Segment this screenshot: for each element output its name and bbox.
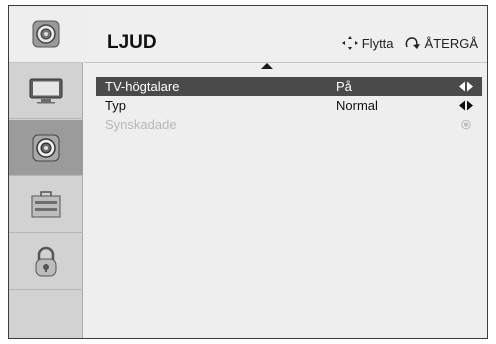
radio-icon <box>461 119 471 130</box>
setting-label: Typ <box>105 98 126 113</box>
toolbox-icon <box>31 190 61 217</box>
header: LJUD Flytta ÅTERGÅ <box>84 6 487 63</box>
sidebar-item-picture[interactable] <box>9 63 83 119</box>
move-hint-label: Flytta <box>361 35 394 51</box>
sidebar-item-lock[interactable] <box>9 234 83 290</box>
page-title: LJUD <box>107 32 157 53</box>
sidebar-item-sound[interactable] <box>9 120 83 176</box>
left-right-arrows-icon[interactable] <box>458 100 474 111</box>
speaker-icon <box>32 20 60 48</box>
sidebar-item-sound-header[interactable] <box>9 6 83 63</box>
setting-row-visually-impaired: Synskadade <box>96 115 482 134</box>
scroll-up-arrow-icon[interactable] <box>261 63 273 69</box>
lock-icon <box>35 246 57 276</box>
left-right-arrows-icon[interactable] <box>458 81 474 92</box>
key-hints: Flytta ÅTERGÅ <box>341 35 478 51</box>
sidebar-item-setup[interactable] <box>9 177 83 233</box>
settings-list: TV-högtalare På Typ Normal Synskadade <box>84 63 487 338</box>
tv-icon <box>29 78 63 103</box>
setting-label: Synskadade <box>105 117 177 132</box>
setting-row-tv-speaker[interactable]: TV-högtalare På <box>96 77 482 96</box>
setting-value: Normal <box>336 98 378 113</box>
settings-window: LJUD Flytta ÅTERGÅ TV-högtalare På Typ N <box>8 5 488 339</box>
speaker-icon <box>32 134 60 161</box>
sidebar <box>9 6 83 338</box>
setting-row-type[interactable]: Typ Normal <box>96 96 482 115</box>
return-icon <box>405 37 420 49</box>
move-arrows-icon <box>341 36 358 50</box>
back-hint-label: ÅTERGÅ <box>424 35 478 51</box>
setting-value: På <box>336 79 352 94</box>
setting-label: TV-högtalare <box>105 79 180 94</box>
